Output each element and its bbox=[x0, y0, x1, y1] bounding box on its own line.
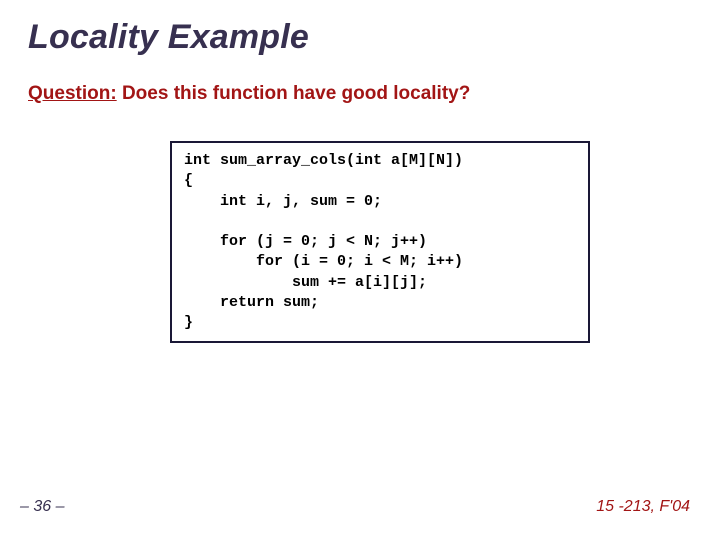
question-text: Does this function have good locality? bbox=[117, 83, 471, 104]
slide-number: – 36 – bbox=[20, 498, 64, 516]
code-box: int sum_array_cols(int a[M][N]) { int i,… bbox=[170, 141, 590, 343]
code-snippet: int sum_array_cols(int a[M][N]) { int i,… bbox=[184, 151, 576, 333]
slide-title: Locality Example bbox=[28, 18, 692, 57]
question-label: Question: bbox=[28, 83, 117, 104]
question-line: Question: Does this function have good l… bbox=[28, 83, 692, 105]
course-tag: 15 -213, F'04 bbox=[596, 498, 690, 516]
slide: Locality Example Question: Does this fun… bbox=[0, 0, 720, 540]
